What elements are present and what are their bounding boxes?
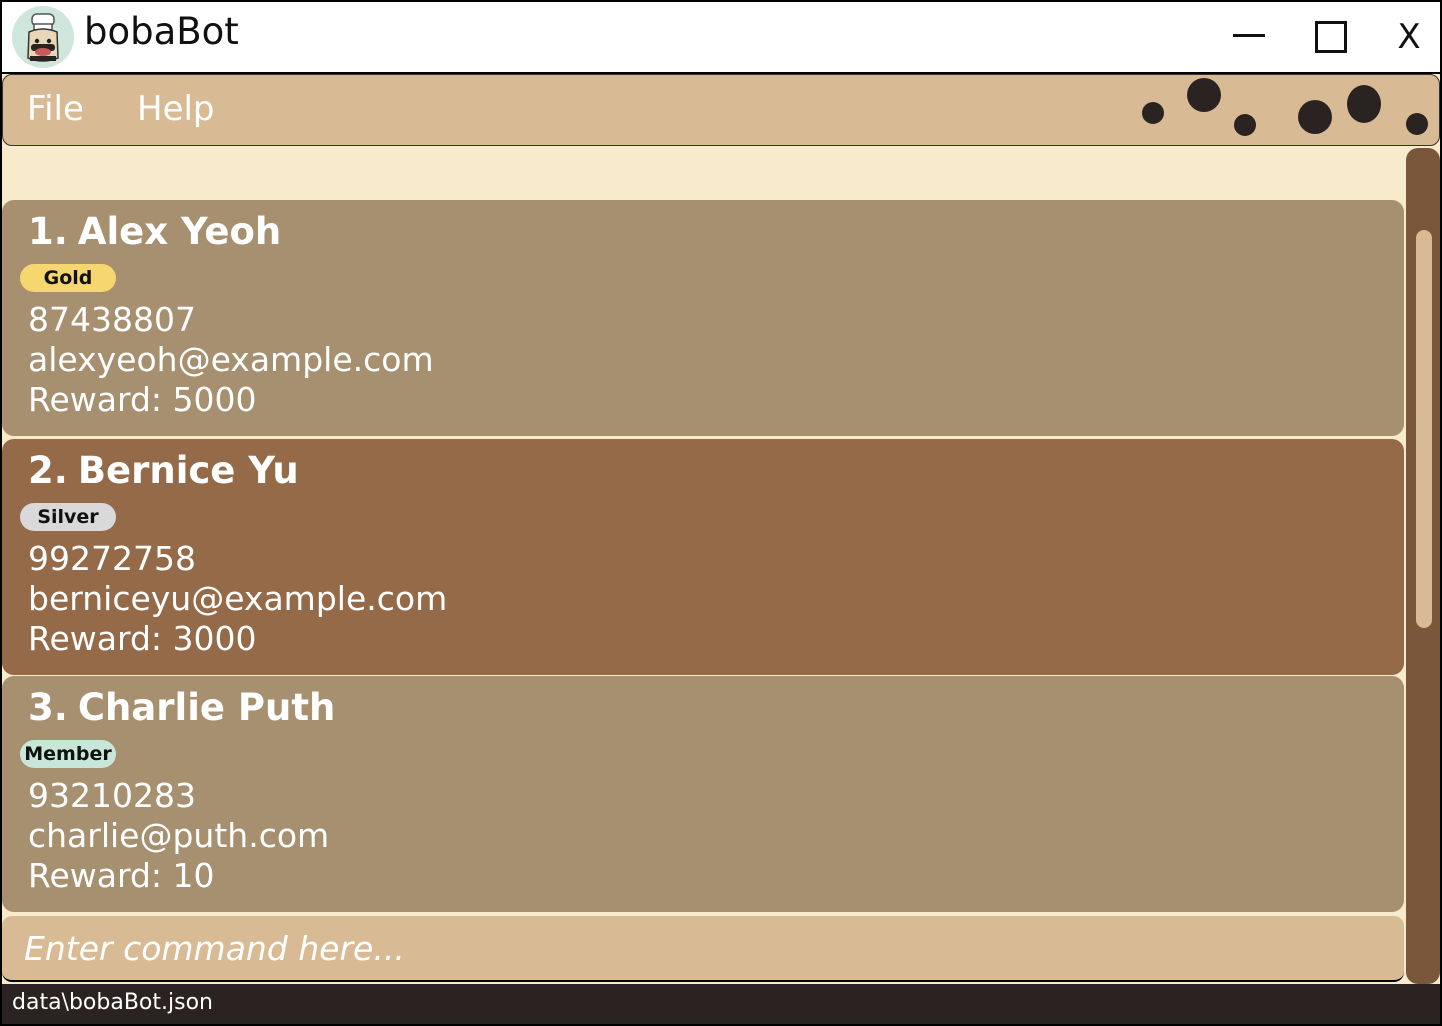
customer-card[interactable]: 3. Charlie Puth Member 93210283 charlie@p… <box>2 676 1404 912</box>
customer-name: 1. Alex Yeoh <box>28 210 281 253</box>
customer-name-text: Alex Yeoh <box>77 210 282 253</box>
customer-index: 1. <box>28 210 68 253</box>
customer-index: 2. <box>28 449 68 492</box>
customer-name: 3. Charlie Puth <box>28 686 335 729</box>
tier-badge: Silver <box>20 503 116 531</box>
menu-bar: File Help <box>2 74 1440 146</box>
title-bar[interactable]: bobaBot X <box>2 2 1440 74</box>
customer-email: berniceyu@example.com <box>28 579 448 618</box>
close-button[interactable]: X <box>1384 12 1434 62</box>
maximize-button[interactable] <box>1306 12 1356 62</box>
boba-chef-icon <box>12 6 74 68</box>
customer-email: alexyeoh@example.com <box>28 340 434 379</box>
close-icon: X <box>1397 17 1421 57</box>
minimize-button[interactable] <box>1224 12 1274 62</box>
customer-email: charlie@puth.com <box>28 816 330 855</box>
customer-reward: Reward: 10 <box>28 856 215 895</box>
vertical-scrollbar[interactable] <box>1406 148 1440 984</box>
tier-badge: Gold <box>20 264 116 292</box>
customer-card[interactable]: 1. Alex Yeoh Gold 87438807 alexyeoh@examp… <box>2 200 1404 436</box>
customer-name-text: Charlie Puth <box>77 686 336 729</box>
customer-name: 2. Bernice Yu <box>28 449 299 492</box>
scrollbar-thumb[interactable] <box>1416 230 1432 628</box>
customer-index: 3. <box>28 686 68 729</box>
command-box <box>2 916 1404 982</box>
customer-phone: 93210283 <box>28 776 196 815</box>
customer-reward: Reward: 5000 <box>28 380 257 419</box>
status-bar: data\bobaBot.json <box>2 984 1440 1024</box>
app-window: bobaBot X File Help 1. Alex Yeoh Gold 87… <box>0 0 1442 1026</box>
minimize-icon <box>1233 33 1265 37</box>
save-file-path: data\bobaBot.json <box>12 990 213 1015</box>
boba-pearls-decoration <box>1142 78 1428 136</box>
customer-reward: Reward: 3000 <box>28 619 257 658</box>
menu-help[interactable]: Help <box>137 89 215 129</box>
tier-badge: Member <box>20 740 116 768</box>
app-title: bobaBot <box>84 10 239 53</box>
command-input[interactable] <box>24 924 1384 972</box>
customer-phone: 87438807 <box>28 300 196 339</box>
maximize-icon <box>1315 21 1347 53</box>
menu-file[interactable]: File <box>27 89 84 129</box>
customer-name-text: Bernice Yu <box>77 449 299 492</box>
customer-card-selected[interactable]: 2. Bernice Yu Silver 99272758 berniceyu@e… <box>2 439 1404 675</box>
customer-phone: 99272758 <box>28 539 196 578</box>
customer-list[interactable]: 1. Alex Yeoh Gold 87438807 alexyeoh@examp… <box>2 148 1404 982</box>
